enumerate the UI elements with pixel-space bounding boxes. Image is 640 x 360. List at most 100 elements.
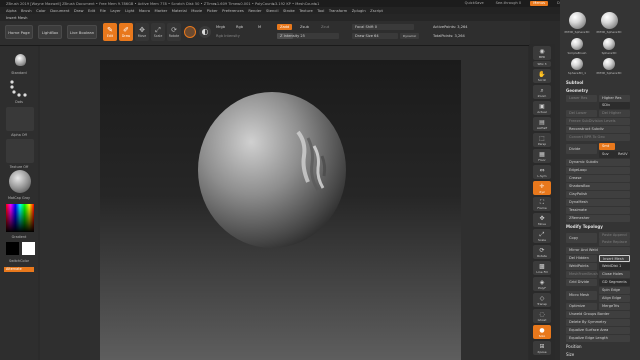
- spix-slider[interactable]: SPix 3: [533, 61, 551, 67]
- brush-thumbnail[interactable]: [6, 50, 34, 70]
- shadowbox-button[interactable]: ShadowBox: [566, 183, 630, 190]
- welddist-slider[interactable]: WeldDist 1: [599, 263, 630, 270]
- gd-segments-slider[interactable]: GD Segments 3: [599, 279, 630, 291]
- paste-replace-button[interactable]: Paste Replace: [599, 239, 630, 246]
- rgb-button[interactable]: Rgb: [233, 24, 246, 30]
- menu-zplugin[interactable]: Zplugin: [352, 9, 366, 13]
- weldpoints-button[interactable]: WeldPoints: [566, 263, 597, 270]
- main-color-swatch[interactable]: [22, 242, 35, 255]
- gyro-icon[interactable]: ◐: [199, 26, 211, 38]
- polyf-button[interactable]: ◈ PolyF: [533, 277, 551, 291]
- document-canvas[interactable]: [100, 60, 461, 360]
- zsub-button[interactable]: Zsub: [297, 24, 312, 30]
- zoom-button[interactable]: ⌕ Zoom: [533, 85, 551, 99]
- edit-mode-button[interactable]: ✎ Edit: [103, 23, 117, 41]
- modify-topology-header[interactable]: Modify Topology: [566, 224, 603, 229]
- mrgb-button[interactable]: Mrgb: [213, 24, 228, 30]
- close-holes-button[interactable]: Close Holes: [599, 271, 630, 278]
- mesh-tile-pm3d-sphere[interactable]: PM3D_Sphere3D: [565, 12, 589, 36]
- menu-stencil[interactable]: Stencil: [266, 9, 278, 13]
- live-boolean-button[interactable]: Live Boolean: [67, 25, 97, 39]
- rgb-intensity-slider[interactable]: Rgb Intensity: [213, 33, 243, 39]
- del-higher-button[interactable]: Del Higher: [599, 110, 630, 117]
- menu-tool[interactable]: Tool: [317, 9, 324, 13]
- del-lower-button[interactable]: Del Lower: [566, 110, 597, 117]
- seethrough-slider[interactable]: See-through 0: [493, 1, 525, 7]
- menu-edit[interactable]: Edit: [88, 9, 95, 13]
- higher-res-button[interactable]: Higher Res: [599, 95, 630, 102]
- xyz-button[interactable]: ✛ Xyz: [533, 181, 551, 195]
- menu-movie[interactable]: Movie: [191, 9, 202, 13]
- align-edge-button[interactable]: Align Edge: [599, 295, 630, 302]
- menu-material[interactable]: Material: [172, 9, 187, 13]
- alpha-thumbnail[interactable]: [6, 107, 34, 131]
- grid-divide-button[interactable]: Grid Divide: [566, 279, 597, 286]
- floor-button[interactable]: ▦ Floor: [533, 149, 551, 163]
- menu-texture[interactable]: Texture: [299, 9, 313, 13]
- reconstruct-subdiv-button[interactable]: Reconstruct Subdiv: [566, 126, 630, 133]
- transp-button[interactable]: ◇ Transp: [533, 293, 551, 307]
- equalize-surface-button[interactable]: Equalize Surface Area: [566, 327, 630, 334]
- menu-alpha[interactable]: Alpha: [6, 9, 17, 13]
- mesh-tile-pm3d-sphere-2[interactable]: PM3D_Sphere3D: [597, 12, 621, 36]
- zadd-button[interactable]: Zadd: [277, 24, 293, 30]
- scroll-button[interactable]: ✋ Scroll: [533, 69, 551, 83]
- menu-file[interactable]: File: [100, 9, 106, 13]
- claypolish-button[interactable]: ClayPolish: [566, 191, 630, 198]
- solo-button[interactable]: ● Solo: [533, 325, 551, 339]
- rotate-view-button[interactable]: ⟳ Rotate: [533, 245, 551, 259]
- mesh-tile-pm3d-sphere-3[interactable]: PM3D_Sphere3D: [597, 58, 621, 82]
- menus-toggle[interactable]: Menus: [530, 0, 548, 6]
- dynamesh-button[interactable]: DynaMesh: [566, 199, 630, 206]
- freeze-subdiv-button[interactable]: Freeze SubDivision Levels: [566, 118, 630, 125]
- move-view-button[interactable]: ✥ Move: [533, 213, 551, 227]
- sculptris-pro-icon[interactable]: [184, 26, 196, 38]
- micro-mesh-button[interactable]: Micro Mesh: [566, 291, 597, 300]
- switchcolor-button[interactable]: SwitchColor: [0, 259, 38, 263]
- divide-button[interactable]: Divide: [566, 144, 597, 154]
- bpr-button[interactable]: ◉ BPR: [533, 46, 551, 60]
- scale-view-button[interactable]: ⤢ Scale: [533, 229, 551, 243]
- frame-button[interactable]: ⛶ Frame: [533, 197, 551, 211]
- del-hidden-button[interactable]: Del Hidden: [566, 255, 597, 262]
- m-button[interactable]: M: [255, 24, 264, 30]
- menu-render[interactable]: Render: [248, 9, 261, 13]
- menu-light[interactable]: Light: [125, 9, 134, 13]
- reuv-toggle[interactable]: ReUV: [615, 151, 630, 158]
- size-header[interactable]: Size: [566, 352, 574, 357]
- equalize-edge-button[interactable]: Equalize Edge Length: [566, 335, 630, 342]
- draw-size-slider[interactable]: Draw Size 64: [352, 33, 398, 39]
- zremesher-button[interactable]: ZRemesher: [566, 215, 630, 222]
- menu-layer[interactable]: Layer: [110, 9, 120, 13]
- home-page-button[interactable]: Home Page: [5, 25, 33, 39]
- xpose-button[interactable]: ⊞ Xpose: [533, 341, 551, 355]
- menu-stroke[interactable]: Stroke: [283, 9, 295, 13]
- actual-button[interactable]: ▣ Actual: [533, 101, 551, 115]
- suv-toggle[interactable]: Suv: [599, 151, 615, 158]
- tessimate-button[interactable]: Tessimate: [566, 207, 630, 214]
- menu-picker[interactable]: Picker: [207, 9, 218, 13]
- lightbox-button[interactable]: LightBox: [38, 25, 62, 39]
- ghost-button[interactable]: ◌ Ghost: [533, 309, 551, 323]
- optimize-points-button[interactable]: Optimize Points: [566, 303, 597, 315]
- geometry-header[interactable]: Geometry: [566, 88, 588, 93]
- rotate-mode-button[interactable]: ⟳ Rotate: [167, 23, 181, 41]
- color-picker[interactable]: [6, 204, 34, 232]
- mesh-tile-sphere3d-1[interactable]: Sphere3D_1: [566, 58, 588, 82]
- material-thumbnail[interactable]: [6, 169, 34, 195]
- smt-toggle[interactable]: Smt: [599, 143, 615, 150]
- meshfrombrush-button[interactable]: MeshFromBrush: [566, 271, 598, 278]
- insert-mesh-button[interactable]: Insert Mesh: [599, 255, 630, 262]
- focal-shift-slider[interactable]: Focal Shift 0: [352, 24, 414, 30]
- position-header[interactable]: Position: [566, 344, 582, 349]
- sdiv-slider[interactable]: SDiv: [599, 102, 630, 109]
- dynamic-button[interactable]: Dynamic: [400, 33, 420, 39]
- unweld-groups-button[interactable]: Unweld Groups Border: [566, 311, 630, 318]
- alternate-button[interactable]: Alternate: [4, 267, 34, 272]
- mergetris-button[interactable]: MergeTris: [599, 303, 630, 310]
- menu-document[interactable]: Document: [50, 9, 69, 13]
- copy-button[interactable]: Copy: [566, 233, 597, 243]
- spin-edge-button[interactable]: Spin Edge: [599, 287, 630, 294]
- lower-res-button[interactable]: Lower Res: [566, 95, 597, 102]
- aahalf-button[interactable]: ▤ AAHalf: [533, 117, 551, 131]
